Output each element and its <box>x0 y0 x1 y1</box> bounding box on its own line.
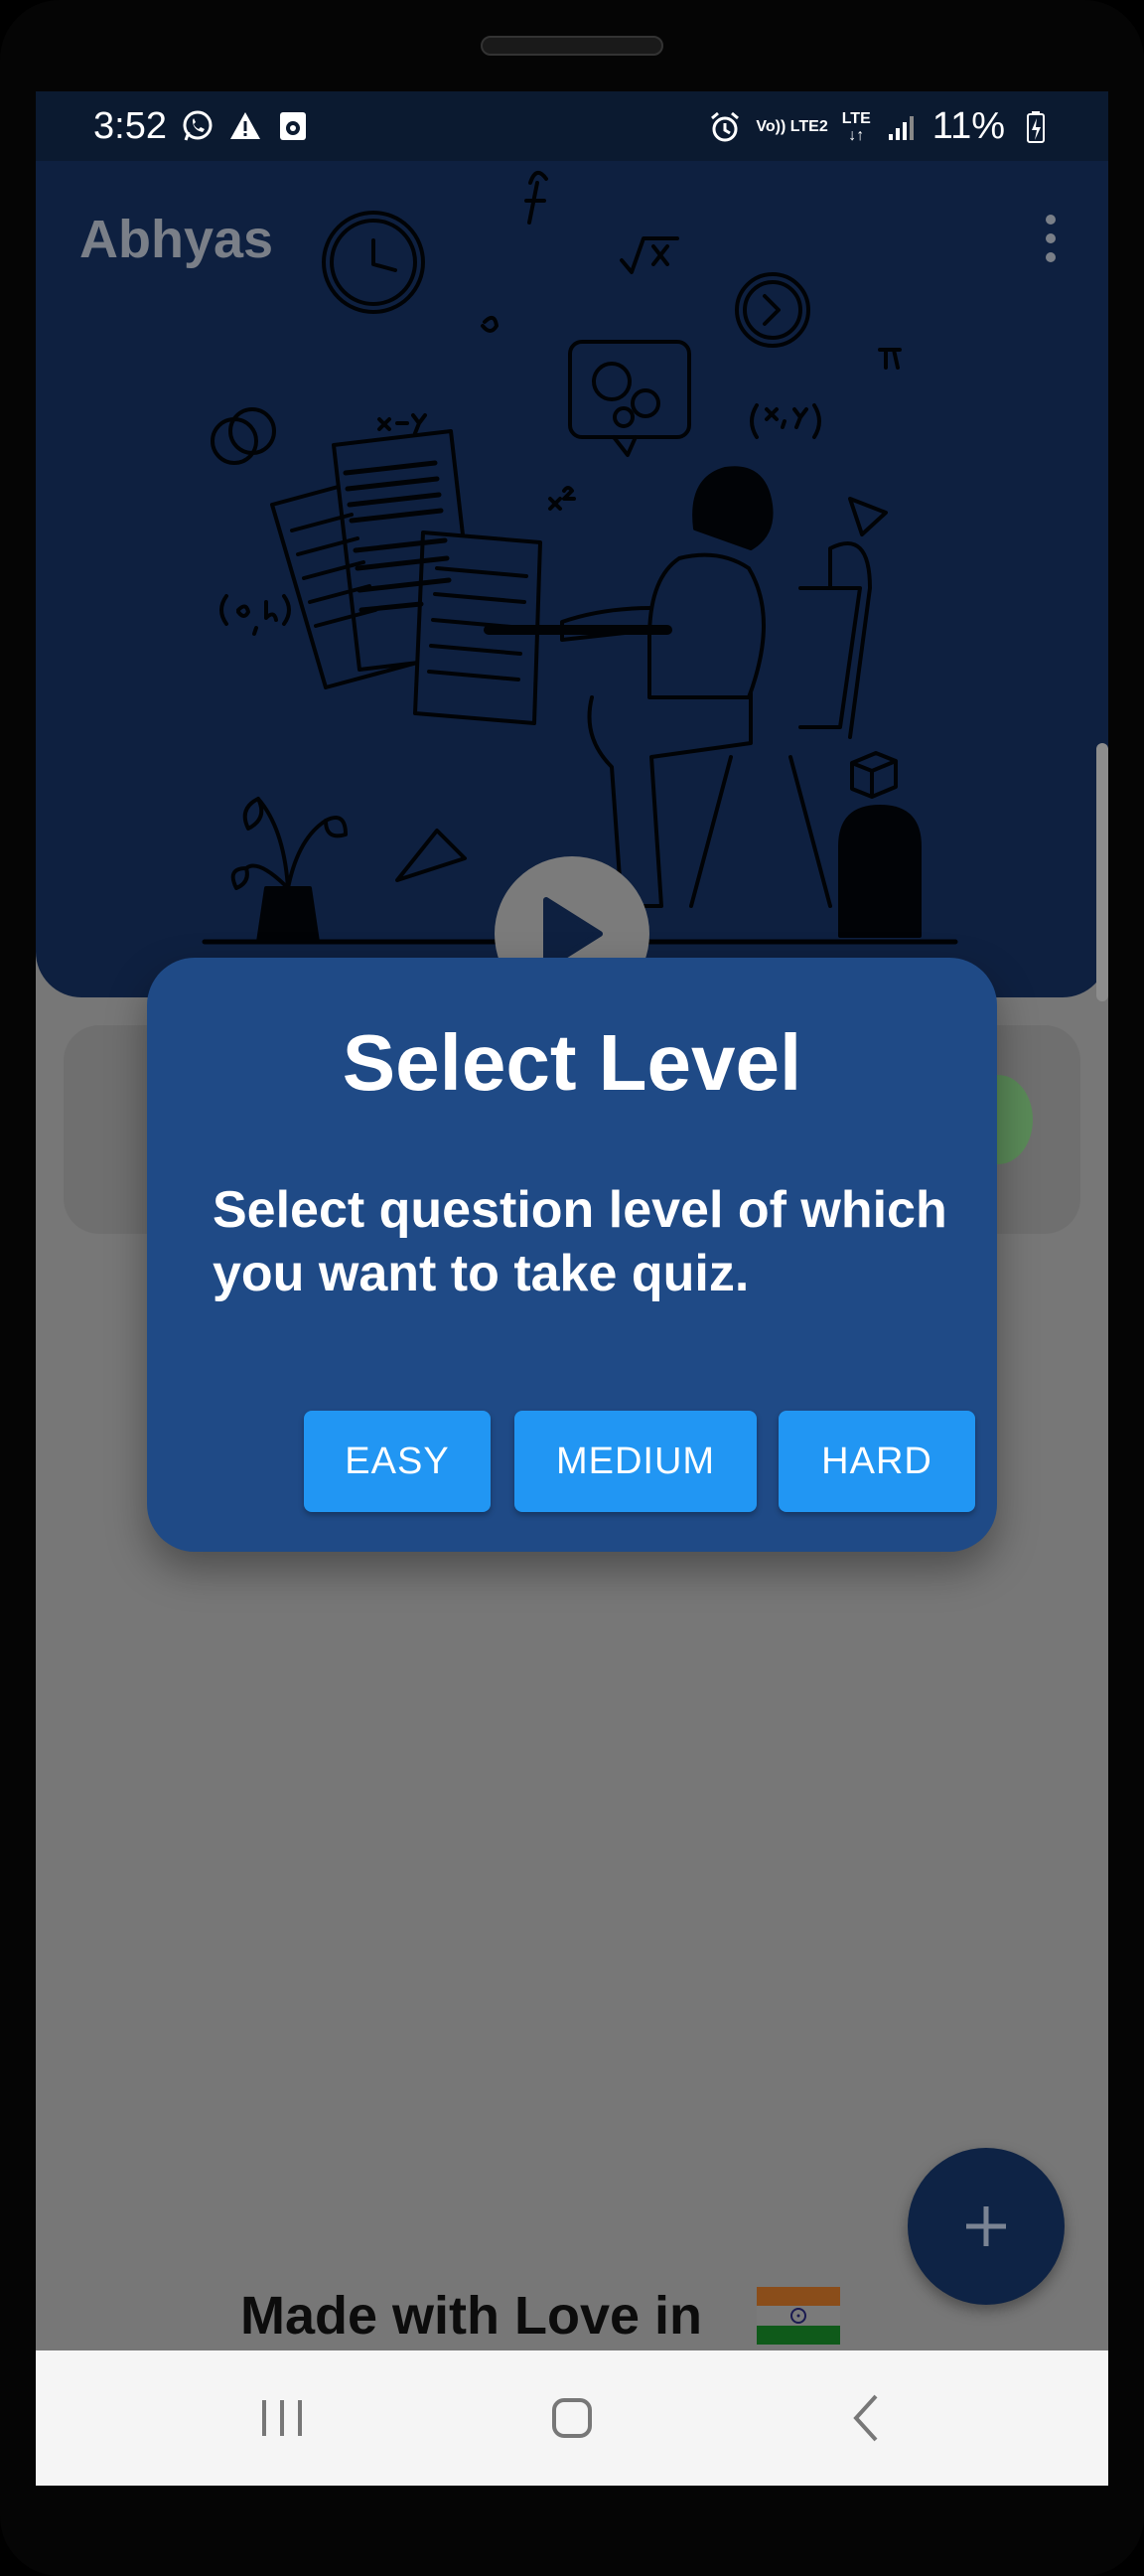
camera-icon <box>276 109 310 143</box>
status-right-icons: Vo)) LTE2 LTE ↓↑ 11% <box>708 105 1053 148</box>
hero-header: Abhyas <box>36 161 1108 997</box>
scroll-indicator <box>1096 743 1108 1001</box>
battery-charging-icon <box>1019 110 1053 144</box>
medium-button[interactable]: MEDIUM <box>514 1411 757 1512</box>
hard-button[interactable]: HARD <box>779 1411 975 1512</box>
app-title: Abhyas <box>79 210 274 269</box>
recents-icon[interactable] <box>252 2388 312 2448</box>
dialog-message: Select question level of which you want … <box>213 1181 947 1302</box>
earpiece-speaker <box>481 36 663 56</box>
india-flag-icon <box>757 2287 840 2345</box>
select-level-dialog: Select Level Select question level of wh… <box>147 958 997 1552</box>
plus-icon <box>966 2206 1006 2246</box>
back-icon[interactable] <box>836 2388 896 2448</box>
dialog-title: Select Level <box>342 1018 802 1107</box>
lte-label: LTE <box>841 109 871 127</box>
footer-text: Made with Love in <box>240 2286 703 2346</box>
warning-icon <box>228 109 262 143</box>
phone-frame: Abhyas 3:52 Vo)) LTE2 LTE ↓↑ 11% Select … <box>0 0 1144 2576</box>
more-vert-icon[interactable] <box>1041 215 1061 262</box>
signal-icon <box>885 110 919 144</box>
easy-button[interactable]: EASY <box>304 1411 491 1512</box>
screen: Abhyas 3:52 Vo)) LTE2 LTE ↓↑ 11% Select … <box>36 91 1108 2486</box>
lte-indicator: LTE ↓↑ <box>841 109 871 144</box>
whatsapp-icon <box>181 109 214 143</box>
alarm-icon <box>708 110 742 144</box>
status-left-icons <box>181 109 310 143</box>
home-icon[interactable] <box>542 2388 602 2448</box>
network-label: Vo)) LTE2 <box>756 118 828 135</box>
battery-percent: 11% <box>931 105 1005 147</box>
system-nav-bar <box>36 2350 1108 2486</box>
volte-icon: Vo)) LTE2 <box>756 118 827 135</box>
add-fab-button[interactable] <box>908 2148 1065 2305</box>
status-time: 3:52 <box>93 105 167 147</box>
status-bar: 3:52 Vo)) LTE2 LTE ↓↑ 11% <box>36 91 1108 161</box>
